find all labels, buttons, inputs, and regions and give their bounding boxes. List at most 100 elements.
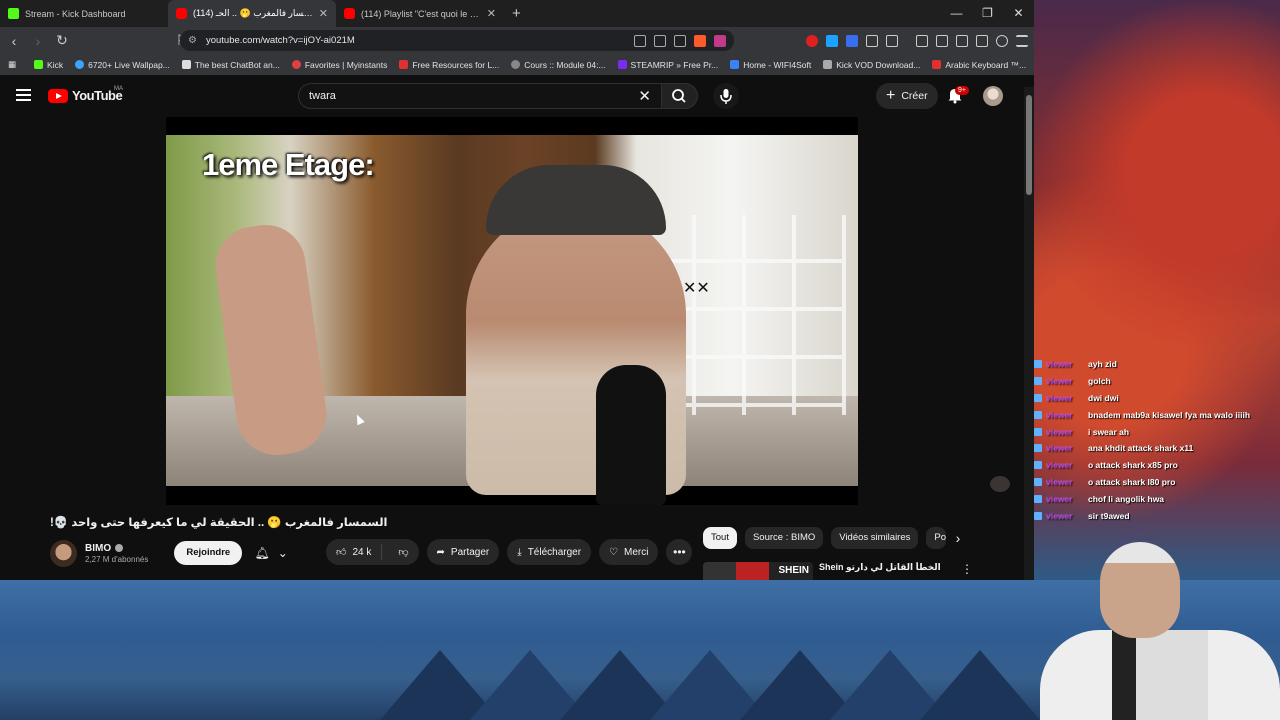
- close-window-icon[interactable]: ✕: [1003, 0, 1034, 27]
- wallet-icon[interactable]: [956, 34, 968, 47]
- chip-more[interactable]: Po: [926, 527, 947, 549]
- chat-text: ana khdit attack shark x11: [1088, 443, 1194, 454]
- chip-all[interactable]: Tout: [703, 527, 737, 549]
- like-button[interactable]: 👍︎ 24 k: [326, 544, 383, 560]
- chat-username: viewer: [1046, 493, 1073, 504]
- translate-icon[interactable]: [654, 34, 666, 47]
- plus-icon: +: [886, 87, 896, 104]
- sidebar-icon[interactable]: [936, 34, 948, 47]
- share-button[interactable]: ➦ Partager: [426, 539, 500, 565]
- page-scrollbar[interactable]: [1024, 87, 1034, 580]
- chat-badge-icon: [1034, 461, 1042, 470]
- recommended-video[interactable]: SHEIN Shein الخطأ القاتل لي دارتو ⋮: [703, 562, 1003, 580]
- chat-message: viewer ana khdit attack shark x11: [1034, 440, 1280, 457]
- new-tab-icon[interactable]: +: [512, 5, 521, 22]
- youtube-logo[interactable]: YouTube: [48, 88, 123, 103]
- chip-source[interactable]: Source : BIMO: [744, 527, 824, 549]
- media-icon[interactable]: [916, 34, 928, 47]
- address-bar[interactable]: ⚙ youtube.com/watch?v=ijOY-ai021M: [180, 30, 734, 51]
- chat-badge-icon: [1034, 377, 1042, 386]
- account-avatar[interactable]: [983, 86, 1003, 106]
- bookmark-item[interactable]: Favorites | Myinstants: [291, 60, 387, 70]
- bookmark-item[interactable]: 6720+ Live Wallpap...: [75, 60, 170, 70]
- chat-message: viewer o attack shark l80 pro: [1034, 474, 1280, 491]
- extension-icon[interactable]: [826, 34, 838, 47]
- search-box: ✕: [298, 83, 662, 109]
- bookmark-favicon-icon: [932, 60, 942, 69]
- chips-next-icon[interactable]: ›: [948, 527, 968, 549]
- chat-text: o attack shark l80 pro: [1088, 476, 1176, 487]
- vpn-icon[interactable]: [996, 34, 1008, 47]
- voice-search-button[interactable]: [713, 83, 739, 109]
- chat-badge-icon: [1034, 511, 1042, 520]
- recommended-thumbnail[interactable]: SHEIN: [703, 562, 813, 580]
- chip-similar[interactable]: Vidéos similaires: [831, 527, 919, 549]
- screenshot-icon[interactable]: [886, 34, 898, 47]
- join-button[interactable]: Rejoindre: [174, 541, 243, 565]
- tab-youtube-video[interactable]: (114) السمسار فالمغرب 🫢 .. الحـ ✕: [168, 0, 336, 27]
- apps-icon[interactable]: ▦: [8, 59, 16, 70]
- scrollbar-thumb[interactable]: [1026, 95, 1032, 195]
- youtube-play-icon: [48, 88, 68, 103]
- reload-icon[interactable]: ↻: [52, 32, 72, 49]
- tab-title: (114) Playlist "C'est quoi le titre de: [361, 8, 481, 19]
- cast-icon[interactable]: [634, 34, 646, 47]
- chat-username: viewer: [1046, 376, 1073, 387]
- microphone-icon: [720, 89, 732, 104]
- bookmark-item[interactable]: Kick VOD Download...: [823, 60, 920, 70]
- record-extension-icon[interactable]: [806, 34, 818, 47]
- bookmark-item[interactable]: STEAMRIP » Free Pr...: [617, 59, 719, 70]
- dislike-button[interactable]: 👎︎: [388, 546, 418, 558]
- subscription-bell-button[interactable]: 🔔︎ ⌄: [250, 541, 292, 565]
- search-button[interactable]: [662, 83, 698, 109]
- menu-icon[interactable]: [1016, 34, 1028, 47]
- download-button[interactable]: ⤓ Télécharger: [507, 539, 592, 565]
- restore-icon[interactable]: ❐: [972, 0, 1003, 27]
- share-icon[interactable]: [674, 34, 686, 47]
- recommended-menu-icon[interactable]: ⋮: [961, 562, 973, 576]
- video-player[interactable]: 1eme Etage: ✕✕: [166, 117, 858, 505]
- minimize-icon[interactable]: —: [941, 0, 972, 27]
- bookmark-item[interactable]: The best ChatBot an...: [181, 60, 280, 70]
- clear-search-icon[interactable]: ✕: [638, 87, 651, 105]
- kick-favicon-icon: [8, 8, 19, 19]
- create-button[interactable]: + Créer: [876, 83, 938, 109]
- bookmark-item[interactable]: Cours :: Module 04:...: [511, 60, 606, 70]
- recommended-title[interactable]: Shein الخطأ القاتل لي دارتو: [819, 562, 941, 580]
- country-code: MA: [114, 86, 123, 92]
- tab-close-icon[interactable]: ✕: [319, 7, 328, 20]
- tab-close-icon[interactable]: ✕: [487, 7, 496, 20]
- more-actions-icon[interactable]: •••: [666, 539, 693, 565]
- download-label: Télécharger: [527, 546, 582, 558]
- chat-text: ayh zid: [1088, 359, 1117, 370]
- tab-kick-dashboard[interactable]: Stream - Kick Dashboard: [0, 0, 168, 27]
- bookmark-item[interactable]: Arabic Keyboard ™...: [932, 60, 1026, 70]
- brave-shields-icon[interactable]: [694, 34, 706, 47]
- channel-name-row[interactable]: BIMO: [85, 543, 148, 554]
- share-arrow-icon: ➦: [436, 546, 445, 558]
- chat-message: viewer ayh zid: [1034, 356, 1280, 373]
- bookmark-label: STEAMRIP » Free Pr...: [630, 59, 719, 70]
- bookmark-item[interactable]: Free Resources for L...: [399, 60, 499, 70]
- hamburger-menu-icon[interactable]: [16, 89, 31, 101]
- bookmark-item[interactable]: Kick: [34, 60, 63, 70]
- tab-youtube-playlist[interactable]: (114) Playlist "C'est quoi le titre de ✕: [336, 0, 504, 27]
- youtube-favicon-icon: [176, 8, 187, 19]
- back-icon[interactable]: ‹: [4, 33, 24, 49]
- chat-text: dwi dwi: [1088, 392, 1119, 403]
- channel-avatar[interactable]: [50, 539, 77, 567]
- chevron-down-icon: ⌄: [277, 546, 288, 560]
- extensions-puzzle-icon[interactable]: [866, 34, 878, 47]
- forward-icon[interactable]: ›: [28, 33, 48, 49]
- extension-icon[interactable]: [846, 34, 858, 47]
- tab-title: (114) السمسار فالمغرب 🫢 .. الحـ: [193, 8, 313, 18]
- site-info-icon[interactable]: ⚙: [188, 35, 197, 46]
- thanks-button[interactable]: ♡ Merci: [599, 539, 659, 565]
- leo-ai-icon[interactable]: [976, 34, 988, 47]
- youtube-header: YouTube MA ✕ + Créer: [0, 75, 1034, 117]
- video-overlay-text: 1eme Etage:: [202, 147, 375, 182]
- verified-badge-icon: [115, 544, 124, 552]
- bookmark-item[interactable]: Home - WIFI4Soft: [730, 60, 811, 70]
- search-input[interactable]: [309, 90, 609, 102]
- brave-rewards-icon[interactable]: [714, 34, 726, 47]
